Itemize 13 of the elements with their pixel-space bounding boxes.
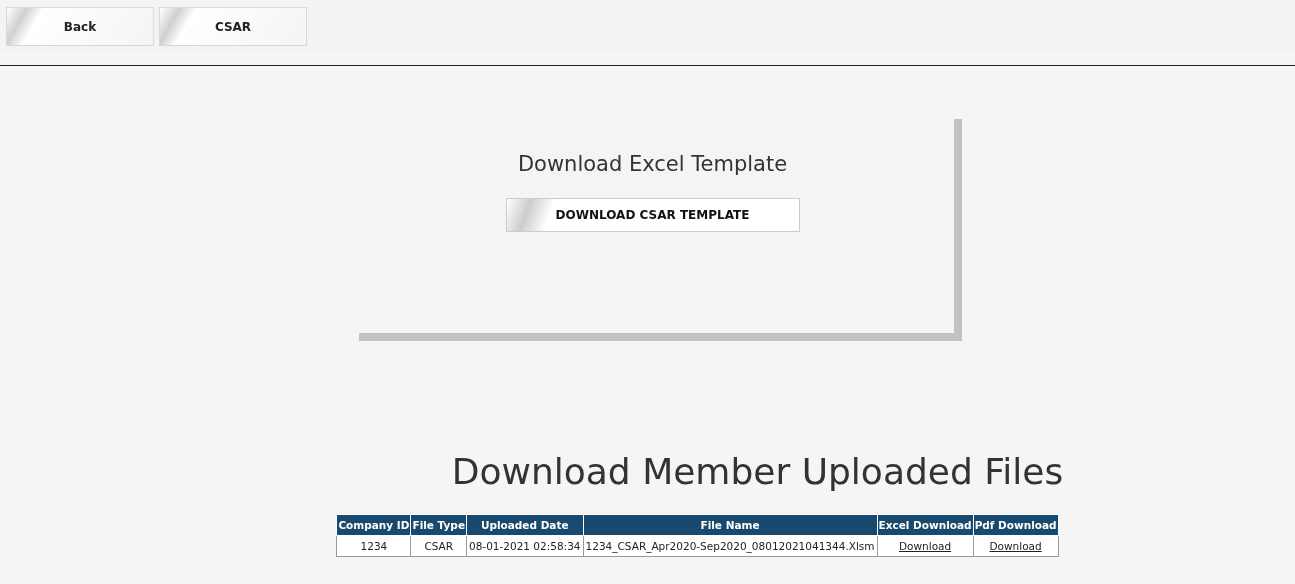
table-cell: 1234 [336, 535, 411, 557]
column-header: File Name [583, 514, 878, 536]
toolbar-button[interactable]: Back [6, 7, 154, 46]
column-header: File Type [410, 514, 467, 536]
toolbar-button[interactable]: CSAR [159, 7, 307, 46]
column-header: Excel Download [877, 514, 974, 536]
column-header: Company ID [336, 514, 411, 536]
column-header: Pdf Download [973, 514, 1059, 536]
section-heading: Download Member Uploaded Files [450, 451, 1065, 492]
table-cell: 1234_CSAR_Apr2020-Sep2020_08012021041344.Xlsm [583, 535, 878, 557]
card-title: Download Excel Template [517, 152, 788, 176]
download-template-button[interactable]: DOWNLOAD CSAR TEMPLATE [505, 198, 800, 232]
column-header: Uploaded Date [466, 514, 584, 536]
